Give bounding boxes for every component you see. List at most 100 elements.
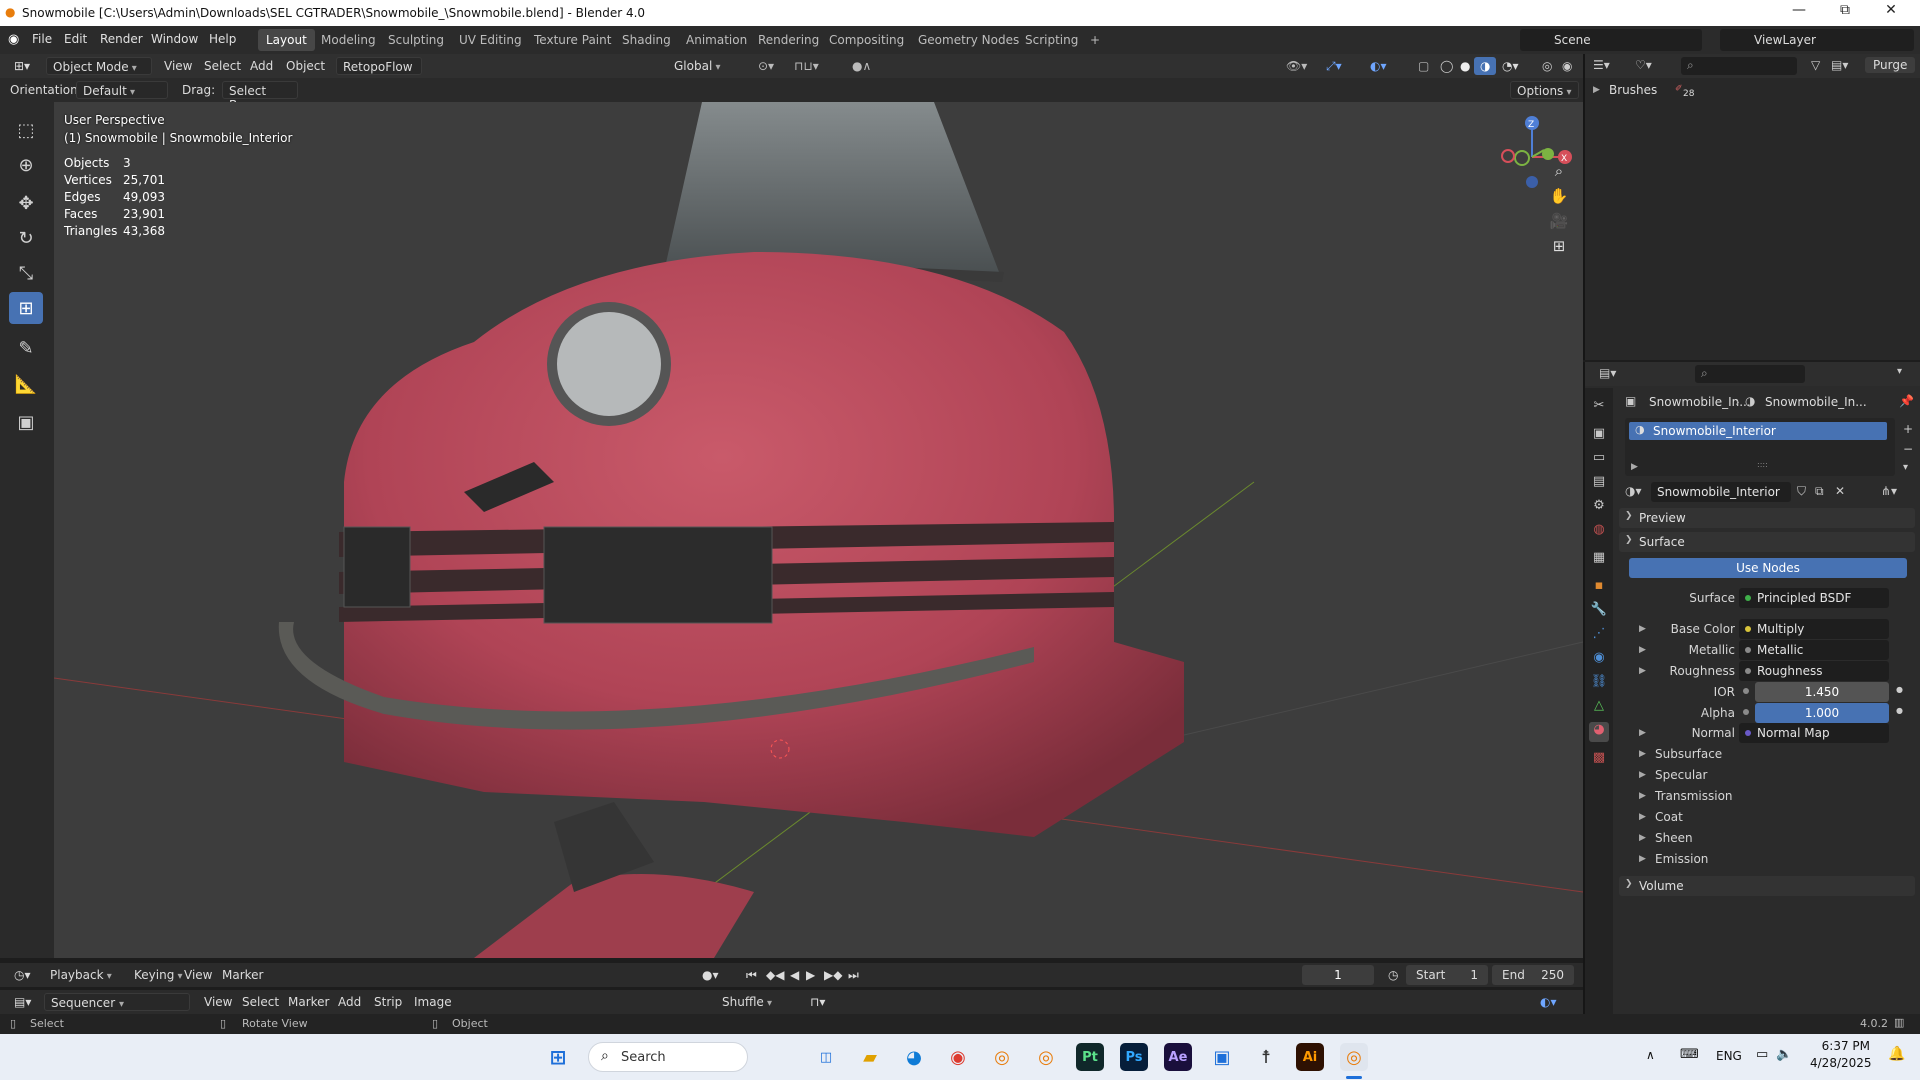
pan-hand-icon[interactable]: ✋ <box>1546 183 1572 209</box>
substance-painter-icon[interactable]: Pt <box>1076 1043 1104 1071</box>
menu-edit[interactable]: Edit <box>64 32 87 46</box>
expand-arrow-icon[interactable]: ▶ <box>1639 770 1646 780</box>
camera-icon[interactable]: 🎥 <box>1546 208 1572 234</box>
pin-icon[interactable]: 📌 <box>1899 394 1914 408</box>
coat-section[interactable]: Coat <box>1655 810 1683 824</box>
expand-arrow-icon[interactable]: ▶ <box>1631 462 1638 472</box>
tab-compositing[interactable]: Compositing <box>821 29 912 51</box>
purge-button[interactable]: Purge <box>1865 57 1916 73</box>
illustrator-icon[interactable]: Ai <box>1296 1043 1324 1071</box>
viewlayer-selector[interactable]: ViewLayer <box>1720 29 1914 51</box>
properties-editor-icon[interactable]: ▤▾ <box>1599 366 1616 380</box>
outliner-editor-icon[interactable]: ☰▾ <box>1593 58 1610 72</box>
remove-slot-icon[interactable]: − <box>1903 442 1913 456</box>
material-slot-item[interactable]: ◑ Snowmobile_Interior <box>1629 422 1887 440</box>
annotate-tool-icon[interactable]: ✎ <box>9 332 43 364</box>
transmission-section[interactable]: Transmission <box>1655 789 1733 803</box>
overlay-icon[interactable]: ◐▾ <box>1534 993 1563 1011</box>
volume-icon[interactable]: 🔈 <box>1776 1047 1792 1062</box>
texture-tab-icon[interactable]: ▩ <box>1589 750 1609 770</box>
filter-icon[interactable]: ▽ <box>1811 58 1820 72</box>
seq-menu-add[interactable]: Add <box>332 993 367 1011</box>
orientation-dropdown[interactable]: Default <box>76 81 168 99</box>
scale-tool-icon[interactable]: ⤡ <box>9 257 43 289</box>
modifier-tab-icon[interactable]: 🔧 <box>1589 602 1609 622</box>
fake-user-icon[interactable]: ⛉ <box>1797 484 1806 499</box>
roughness-field[interactable]: Roughness <box>1739 661 1889 681</box>
chevron-down-icon[interactable]: ▾ <box>1897 366 1902 377</box>
material-tab-icon[interactable]: ◕ <box>1589 722 1609 742</box>
expand-arrow-icon[interactable]: ▶ <box>1639 833 1646 843</box>
physics-tab-icon[interactable]: ◉ <box>1589 650 1609 670</box>
tab-sculpting[interactable]: Sculpting <box>380 29 452 51</box>
shuffle-dropdown[interactable]: Shuffle <box>716 993 798 1011</box>
close-button[interactable]: ✕ <box>1868 2 1914 24</box>
seq-menu-image[interactable]: Image <box>408 993 458 1011</box>
sequencer-view-type[interactable]: Sequencer <box>44 993 190 1011</box>
browse-material-icon[interactable]: ◑▾ <box>1625 484 1642 498</box>
zoom-icon[interactable]: ⌕ <box>1546 158 1572 184</box>
alpha-field[interactable]: 1.000 <box>1755 703 1889 723</box>
output-tab-icon[interactable]: ▭ <box>1589 450 1609 470</box>
view-layer-tab-icon[interactable]: ▤ <box>1589 474 1609 494</box>
expand-arrow-icon[interactable]: ▶ <box>1639 791 1646 801</box>
pivot-icon[interactable]: ⊙▾ <box>752 57 780 75</box>
blender-active-icon[interactable]: ◎ <box>1340 1043 1368 1071</box>
timeline-view-menu[interactable]: View <box>178 966 218 984</box>
snap-magnet-icon[interactable]: ⊓▾ <box>804 993 831 1011</box>
tool-tab-icon[interactable]: ✂ <box>1589 398 1609 418</box>
proportional-edit-icon[interactable]: ●∧ <box>846 57 877 75</box>
add-slot-icon[interactable]: + <box>1903 422 1913 436</box>
start-frame-field[interactable]: Start 1 <box>1406 965 1488 985</box>
options-dropdown[interactable]: Options <box>1510 81 1579 99</box>
perspective-grid-icon[interactable]: ⊞ <box>1546 233 1572 259</box>
resize-handle-icon[interactable]: :::: <box>1757 460 1768 469</box>
subsurface-section[interactable]: Subsurface <box>1655 747 1722 761</box>
expand-arrow-icon[interactable]: ▶ <box>1639 749 1646 759</box>
surface-shader-field[interactable]: Principled BSDF <box>1739 588 1889 608</box>
current-frame-field[interactable]: 1 <box>1302 965 1374 985</box>
minimize-button[interactable]: — <box>1776 2 1822 24</box>
file-explorer-icon[interactable]: ▰ <box>856 1043 884 1071</box>
end-frame-field[interactable]: End 250 <box>1492 965 1574 985</box>
tab-modeling[interactable]: Modeling <box>313 29 384 51</box>
specular-section[interactable]: Specular <box>1655 768 1707 782</box>
timeline-marker-menu[interactable]: Marker <box>216 966 269 984</box>
xray-icon[interactable]: ▢ <box>1412 57 1435 75</box>
ior-field[interactable]: 1.450 <box>1755 682 1889 702</box>
menu-select[interactable]: Select <box>198 57 247 75</box>
particles-tab-icon[interactable]: ⋰ <box>1589 626 1609 646</box>
breadcrumb-material[interactable]: Snowmobile_In... <box>1765 395 1867 409</box>
visibility-icon[interactable]: 👁▾ <box>1280 57 1313 75</box>
notification-icon[interactable]: 🔔 <box>1888 1046 1905 1062</box>
tab-animation[interactable]: Animation <box>678 29 755 51</box>
constraints-tab-icon[interactable]: ⛓ <box>1589 674 1609 694</box>
seq-menu-view[interactable]: View <box>198 993 238 1011</box>
blender-icon[interactable]: ◎ <box>988 1043 1016 1071</box>
windows-start-icon[interactable]: ⊞ <box>544 1043 572 1071</box>
blender-menu-icon[interactable]: ◉ <box>8 32 19 47</box>
tab-shading[interactable]: Shading <box>614 29 679 51</box>
overlay-toggle-icon[interactable]: ◐▾ <box>1364 57 1393 75</box>
scene-selector[interactable]: Scene <box>1520 29 1702 51</box>
material-name-field[interactable]: Snowmobile_Interior <box>1651 482 1791 502</box>
seq-menu-marker[interactable]: Marker <box>282 993 335 1011</box>
mode-selector[interactable]: Object Mode <box>46 57 152 75</box>
rotate-tool-icon[interactable]: ↻ <box>9 222 43 254</box>
outliner-item-brushes[interactable]: Brushes <box>1609 83 1657 97</box>
retopoflow-menu[interactable]: RetopoFlow <box>336 57 422 75</box>
expand-arrow-icon[interactable]: ▶ <box>1639 854 1646 864</box>
rendered-shading-icon[interactable]: ◔▾ <box>1496 57 1525 75</box>
base-color-field[interactable]: Multiply <box>1739 619 1889 639</box>
menu-file[interactable]: File <box>32 32 52 46</box>
tray-overflow-icon[interactable]: ∧ <box>1646 1048 1655 1062</box>
keyboard-icon[interactable]: ⌨ <box>1680 1047 1699 1062</box>
material-shading-icon[interactable]: ◑ <box>1474 57 1497 75</box>
transform-orientation[interactable]: Global <box>668 57 726 75</box>
3d-viewport[interactable]: User Perspective (1) Snowmobile | Snowmo… <box>54 102 1583 958</box>
stopwatch-icon[interactable]: ◷ <box>1382 966 1404 984</box>
stickman-app-icon[interactable]: ☨ <box>1252 1043 1280 1071</box>
photoshop-icon[interactable]: Ps <box>1120 1043 1148 1071</box>
scene-tab-icon[interactable]: ⚙ <box>1589 498 1609 518</box>
data-tab-icon[interactable]: △ <box>1589 698 1609 718</box>
